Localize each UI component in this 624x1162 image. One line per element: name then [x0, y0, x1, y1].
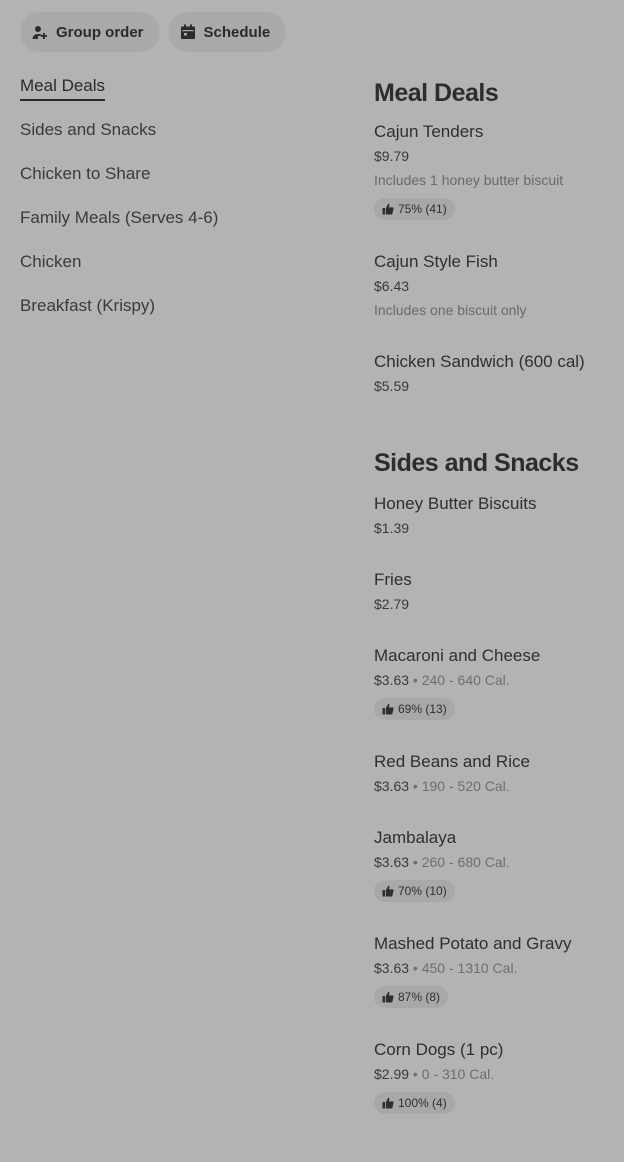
rating-badge: 70% (10) — [374, 880, 455, 902]
menu-content: Meal Deals Cajun Tenders $9.79 Includes … — [374, 74, 614, 1114]
item-price-line: $6.43 — [374, 276, 614, 296]
section-title: Meal Deals — [374, 79, 499, 107]
item-price-line: $2.99 • 0 - 310 Cal. — [374, 1064, 614, 1084]
add-person-icon — [32, 24, 48, 40]
rating-text: 70% (10) — [398, 884, 447, 898]
item-price-line: $1.39 — [374, 518, 614, 538]
menu-item[interactable]: Fries $2.79 — [374, 568, 614, 614]
menu-item[interactable]: Chicken Sandwich (600 cal) $5.59 — [374, 350, 614, 396]
item-price: $2.99 — [374, 1066, 410, 1082]
item-name: Corn Dogs (1 pc) — [374, 1040, 504, 1059]
item-price-line: $3.63 • 260 - 680 Cal. — [374, 852, 614, 872]
item-description: Includes 1 honey butter biscuit — [374, 172, 564, 188]
item-calories: • 450 - 1310 Cal. — [409, 960, 518, 976]
menu-item[interactable]: Cajun Style Fish $6.43 Includes one bisc… — [374, 250, 614, 320]
rating-text: 87% (8) — [398, 990, 441, 1004]
menu-item[interactable]: Red Beans and Rice $3.63 • 190 - 520 Cal… — [374, 750, 614, 796]
sidebar-item-chicken-to-share[interactable]: Chicken to Share — [20, 162, 340, 206]
item-price-line: $3.63 • 240 - 640 Cal. — [374, 670, 614, 690]
item-price: $3.63 — [374, 672, 410, 688]
menu-item[interactable]: Corn Dogs (1 pc) $2.99 • 0 - 310 Cal. 10… — [374, 1038, 614, 1114]
thumbs-up-icon — [382, 1097, 394, 1109]
section-title: Sides and Snacks — [374, 449, 579, 477]
item-name: Mashed Potato and Gravy — [374, 934, 572, 953]
category-sidebar: Meal Deals Sides and Snacks Chicken to S… — [20, 74, 340, 338]
item-name: Honey Butter Biscuits — [374, 494, 537, 513]
item-price: $3.63 — [374, 778, 410, 794]
sidebar-item-chicken[interactable]: Chicken — [20, 250, 340, 294]
thumbs-up-icon — [382, 203, 394, 215]
thumbs-up-icon — [382, 885, 394, 897]
item-price: $1.39 — [374, 520, 410, 536]
schedule-label: Schedule — [203, 23, 271, 41]
item-name: Red Beans and Rice — [374, 752, 530, 771]
rating-text: 75% (41) — [398, 202, 447, 216]
item-price: $3.63 — [374, 854, 410, 870]
thumbs-up-icon — [382, 703, 394, 715]
item-calories: • 190 - 520 Cal. — [409, 778, 510, 794]
item-name: Macaroni and Cheese — [374, 646, 541, 665]
item-price: $2.79 — [374, 596, 410, 612]
rating-text: 100% (4) — [398, 1096, 447, 1110]
rating-badge: 87% (8) — [374, 986, 449, 1008]
sidebar-item-label: Meal Deals — [20, 74, 106, 101]
item-description: Includes one biscuit only — [374, 302, 527, 318]
sidebar-item-family-meals[interactable]: Family Meals (Serves 4-6) — [20, 206, 340, 250]
item-price-line: $2.79 — [374, 594, 614, 614]
item-price: $3.63 — [374, 960, 410, 976]
item-price-line: $9.79 — [374, 146, 614, 166]
item-name: Cajun Style Fish — [374, 252, 498, 271]
item-name: Jambalaya — [374, 828, 457, 847]
top-actions: Group order Schedule — [20, 12, 287, 52]
sidebar-item-label: Sides and Snacks — [20, 120, 157, 139]
sidebar-item-label: Chicken to Share — [20, 164, 151, 183]
menu-item[interactable]: Honey Butter Biscuits $1.39 — [374, 492, 614, 538]
sidebar-item-label: Breakfast (Krispy) — [20, 296, 156, 315]
item-price-line: $5.59 — [374, 376, 614, 396]
menu-item[interactable]: Cajun Tenders $9.79 Includes 1 honey but… — [374, 120, 614, 220]
sidebar-item-label: Family Meals (Serves 4-6) — [20, 208, 219, 227]
item-calories: • 0 - 310 Cal. — [409, 1066, 495, 1082]
item-price: $5.59 — [374, 378, 410, 394]
item-price: $9.79 — [374, 148, 410, 164]
group-order-label: Group order — [56, 23, 144, 41]
schedule-button[interactable]: Schedule — [167, 12, 287, 52]
group-order-button[interactable]: Group order — [20, 12, 160, 52]
item-name: Chicken Sandwich (600 cal) — [374, 352, 585, 371]
item-calories: • 240 - 640 Cal. — [409, 672, 510, 688]
menu-section-sides-and-snacks: Sides and Snacks Honey Butter Biscuits $… — [374, 446, 614, 1114]
item-price-line: $3.63 • 190 - 520 Cal. — [374, 776, 614, 796]
item-name: Cajun Tenders — [374, 122, 484, 141]
calendar-icon — [180, 24, 196, 40]
menu-item[interactable]: Jambalaya $3.63 • 260 - 680 Cal. 70% (10… — [374, 826, 614, 902]
item-name: Fries — [374, 570, 412, 589]
item-price-line: $3.63 • 450 - 1310 Cal. — [374, 958, 614, 978]
item-calories: • 260 - 680 Cal. — [409, 854, 510, 870]
sidebar-item-label: Chicken — [20, 252, 82, 271]
menu-item[interactable]: Macaroni and Cheese $3.63 • 240 - 640 Ca… — [374, 644, 614, 720]
rating-badge: 69% (13) — [374, 698, 455, 720]
menu-section-meal-deals: Meal Deals Cajun Tenders $9.79 Includes … — [374, 76, 614, 396]
rating-text: 69% (13) — [398, 702, 447, 716]
sidebar-item-breakfast[interactable]: Breakfast (Krispy) — [20, 294, 340, 338]
rating-badge: 100% (4) — [374, 1092, 455, 1114]
rating-badge: 75% (41) — [374, 198, 455, 220]
item-price: $6.43 — [374, 278, 410, 294]
sidebar-item-sides-and-snacks[interactable]: Sides and Snacks — [20, 118, 340, 162]
sidebar-item-meal-deals[interactable]: Meal Deals — [20, 74, 340, 118]
thumbs-up-icon — [382, 991, 394, 1003]
menu-item[interactable]: Mashed Potato and Gravy $3.63 • 450 - 13… — [374, 932, 614, 1008]
